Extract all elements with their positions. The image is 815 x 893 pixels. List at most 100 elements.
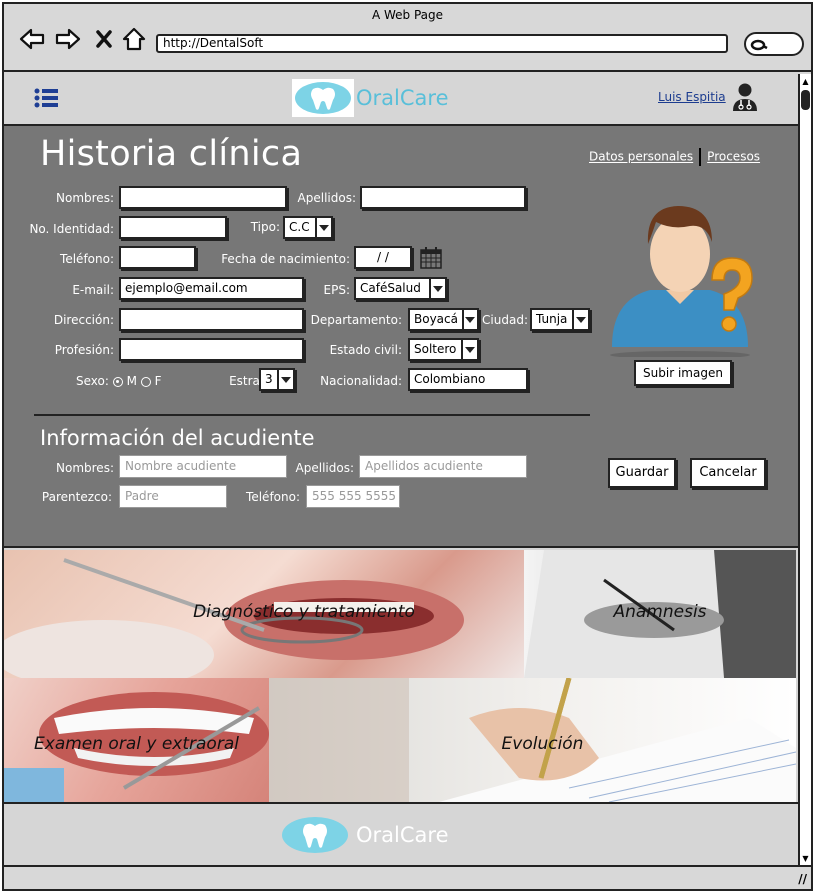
tile-evolucion-label: Evolución <box>501 734 584 754</box>
footer-logo: OralCare <box>280 816 449 854</box>
email-field[interactable]: ejemplo@email.com <box>119 277 304 300</box>
chevron-down-icon <box>277 370 293 389</box>
upload-image-button[interactable]: Subir imagen <box>634 360 732 386</box>
tooth-icon <box>282 817 348 853</box>
process-tiles: Diagnóstico y tratamiento Anamnesis Exam… <box>4 550 798 804</box>
estado-civil-select[interactable]: Soltero <box>408 338 479 361</box>
radio-sexo-m[interactable] <box>112 376 123 387</box>
chevron-down-icon <box>572 310 588 329</box>
tipo-value: C.C <box>289 220 310 234</box>
acudiente-nombres-input[interactable]: Nombre acudiente <box>119 455 287 478</box>
menu-icon[interactable] <box>34 88 58 112</box>
page-title: Historia clínica <box>40 134 303 174</box>
label-estado-civil: Estado civil: <box>329 343 402 357</box>
user-link[interactable]: Luis Espitia <box>658 90 726 104</box>
estado-civil-value: Soltero <box>414 342 457 356</box>
eps-select[interactable]: CaféSalud <box>354 277 447 300</box>
tile-anamnesis-label: Anamnesis <box>613 602 707 622</box>
tile-evolucion[interactable]: Evolución <box>269 678 796 802</box>
section-divider <box>34 414 590 416</box>
footer-brand: OralCare <box>356 823 449 847</box>
departamento-select[interactable]: Boyacá <box>408 308 479 331</box>
telefono-field[interactable] <box>119 246 196 269</box>
forward-icon[interactable] <box>54 26 82 52</box>
search-icon <box>750 39 768 51</box>
tile-diagnostico-label: Diagnóstico y tratamiento <box>193 602 415 622</box>
eps-value: CaféSalud <box>360 281 421 295</box>
tile-examen-label: Examen oral y extraoral <box>34 734 239 754</box>
nacionalidad-field[interactable]: Colombiano <box>408 368 528 391</box>
fecha-field[interactable]: / / <box>354 246 412 269</box>
tile-examen[interactable]: Examen oral y extraoral <box>4 678 269 802</box>
brand-name: OralCare <box>356 86 449 110</box>
close-icon[interactable] <box>90 26 118 52</box>
scroll-up-icon[interactable]: ▲ <box>800 76 811 88</box>
apellidos-field[interactable] <box>360 186 526 209</box>
section-links: Datos personales Procesos <box>589 148 760 166</box>
address-bar[interactable]: http://DentalSoft <box>156 34 728 53</box>
resize-handle-icon[interactable]: // <box>798 872 807 886</box>
radio-sexo-f[interactable] <box>140 376 151 387</box>
ciudad-value: Tunja <box>536 312 568 326</box>
estrato-select[interactable]: 3 <box>259 368 295 391</box>
label-departamento: Departamento: <box>310 313 402 327</box>
home-icon[interactable] <box>120 26 148 52</box>
identidad-field[interactable] <box>119 216 227 239</box>
clinical-history-panel: Historia clínica Datos personales Proceso… <box>4 124 798 548</box>
estrato-value: 3 <box>265 372 273 386</box>
status-bar: // <box>4 865 811 889</box>
window-title: A Web Page <box>371 8 444 22</box>
chevron-down-icon <box>315 218 331 237</box>
label-direccion: Dirección: <box>53 313 114 327</box>
search-box[interactable] <box>744 32 804 56</box>
parentezco-input[interactable]: Padre <box>119 485 227 508</box>
guardian-title: Información del acudiente <box>40 426 315 450</box>
tipo-select[interactable]: C.C <box>283 216 333 239</box>
label-identidad: No. Identidad: <box>29 222 114 236</box>
label-email: E-mail: <box>72 283 114 297</box>
chevron-down-icon <box>461 310 477 329</box>
scroll-thumb[interactable] <box>801 90 810 110</box>
save-button[interactable]: Guardar <box>608 458 676 488</box>
label-acudiente-nombres: Nombres: <box>56 461 114 475</box>
tooth-icon <box>292 79 354 117</box>
brand-logo[interactable]: OralCare <box>292 79 449 117</box>
top-navbar: OralCare Luis Espitia <box>4 74 798 122</box>
patient-avatar <box>608 182 758 361</box>
link-procesos[interactable]: Procesos <box>707 150 760 164</box>
profesion-field[interactable] <box>119 338 304 361</box>
nombres-field[interactable] <box>119 186 287 209</box>
chevron-down-icon <box>461 340 477 359</box>
tile-anamnesis[interactable]: Anamnesis <box>524 550 796 678</box>
user-unknown-icon <box>610 206 753 359</box>
link-separator <box>699 148 702 166</box>
label-eps: EPS: <box>323 283 350 297</box>
acudiente-apellidos-input[interactable]: Apellidos acudiente <box>359 455 527 478</box>
label-acudiente-telefono: Teléfono: <box>246 490 300 504</box>
label-profesion: Profesión: <box>54 343 114 357</box>
ciudad-select[interactable]: Tunja <box>530 308 590 331</box>
label-apellidos: Apellidos: <box>297 191 356 205</box>
label-nombres: Nombres: <box>56 191 114 205</box>
label-sexo-m: M <box>126 374 137 388</box>
chevron-down-icon <box>429 279 445 298</box>
vertical-scrollbar[interactable]: ▲ ▼ <box>798 74 811 867</box>
link-datos-personales[interactable]: Datos personales <box>589 150 693 164</box>
departamento-value: Boyacá <box>414 312 458 326</box>
direccion-field[interactable] <box>119 308 304 331</box>
doctor-icon[interactable] <box>732 82 758 116</box>
tile-diagnostico[interactable]: Diagnóstico y tratamiento <box>4 550 524 678</box>
footer: OralCare <box>4 802 798 867</box>
label-nacionalidad: Nacionalidad: <box>320 374 402 388</box>
back-icon[interactable] <box>18 26 46 52</box>
cancel-button[interactable]: Cancelar <box>690 458 766 488</box>
calendar-icon[interactable] <box>420 247 442 273</box>
page-viewport: OralCare Luis Espitia Historia clínica D… <box>4 74 798 867</box>
acudiente-telefono-input[interactable]: 555 555 5555 <box>306 485 400 508</box>
label-sexo: Sexo: <box>76 374 109 388</box>
browser-window: A Web Page http://DentalSoft OralCare Lu… <box>2 2 813 891</box>
label-ciudad: Ciudad: <box>482 313 528 327</box>
scroll-down-icon[interactable]: ▼ <box>800 853 811 865</box>
label-tipo: Tipo: <box>250 220 280 234</box>
label-parentezco: Parentezco: <box>41 490 112 504</box>
